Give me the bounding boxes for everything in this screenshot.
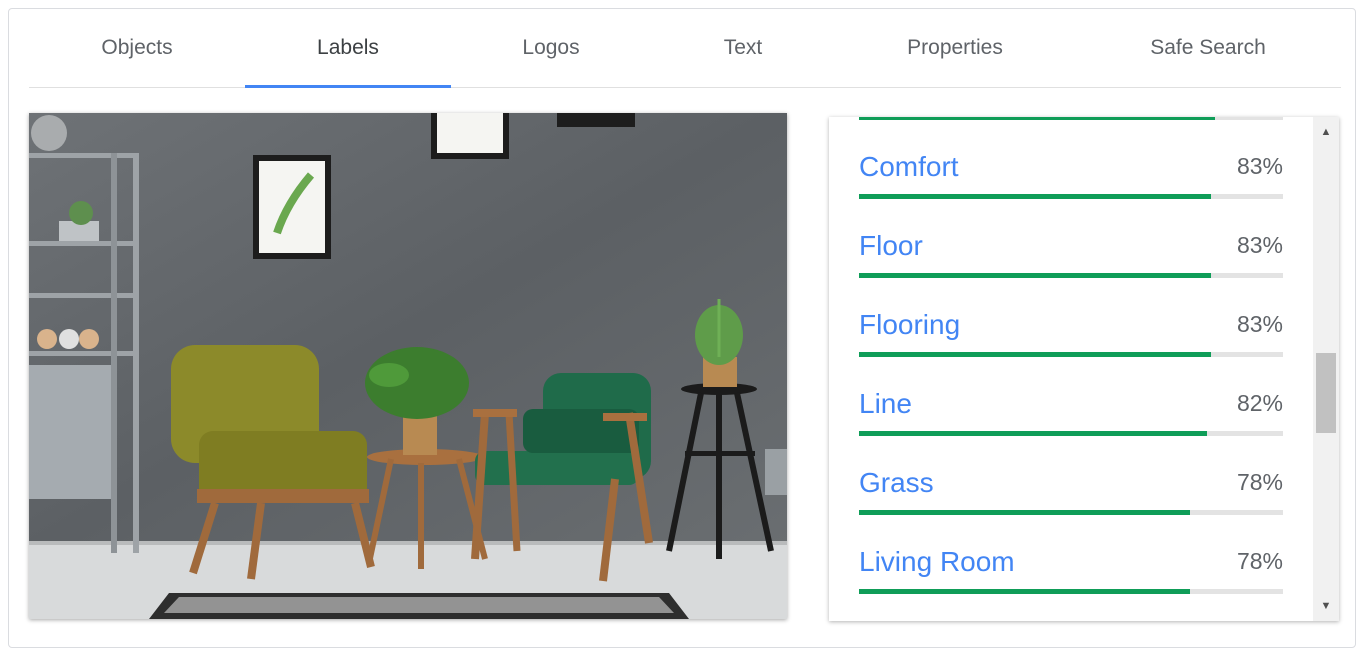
score-bar xyxy=(859,273,1211,278)
score-bar xyxy=(859,194,1211,199)
list-item: Line 82% xyxy=(859,358,1283,437)
score-bar xyxy=(859,589,1190,594)
label-name[interactable]: Flooring xyxy=(859,309,960,341)
label-percent: 78% xyxy=(1236,469,1283,495)
label-percent: 83% xyxy=(1236,311,1283,337)
label-name[interactable]: Grass xyxy=(859,467,934,499)
label-name[interactable]: Comfort xyxy=(859,151,959,183)
list-item: Living Room 78% xyxy=(859,516,1283,595)
list-item: Flooring 83% xyxy=(859,279,1283,358)
score-track xyxy=(859,273,1283,278)
score-track xyxy=(859,510,1283,515)
score-bar xyxy=(859,352,1211,357)
label-name[interactable]: Line xyxy=(859,388,912,420)
living-room-photo xyxy=(29,113,787,619)
score-bar xyxy=(859,510,1190,515)
list-item: Floor 83% xyxy=(859,200,1283,279)
score-track xyxy=(859,352,1283,357)
scrollbar-thumb[interactable] xyxy=(1316,353,1336,433)
vision-results-card: Objects Labels Logos Text Properties Saf… xyxy=(8,8,1356,648)
label-percent: 78% xyxy=(1236,548,1283,574)
tab-objects[interactable]: Objects xyxy=(29,9,245,87)
label-percent: 82% xyxy=(1236,390,1283,416)
tab-labels[interactable]: Labels xyxy=(245,9,451,88)
labels-scrollbar[interactable]: ▲ ▼ xyxy=(1313,117,1339,621)
score-bar xyxy=(859,431,1207,436)
label-percent: 83% xyxy=(1236,153,1283,179)
analyzed-image xyxy=(29,113,787,619)
tab-text[interactable]: Text xyxy=(651,9,835,87)
label-percent: 83% xyxy=(1236,232,1283,258)
score-track xyxy=(859,194,1283,199)
triangle-down-icon[interactable]: ▼ xyxy=(1313,595,1339,617)
list-item: Comfort 83% xyxy=(859,121,1283,200)
labels-results-panel[interactable]: Comfort 83% Floor 83% Flooring 83% Line … xyxy=(829,117,1339,621)
tab-bar: Objects Labels Logos Text Properties Saf… xyxy=(29,9,1341,88)
tab-logos[interactable]: Logos xyxy=(451,9,651,87)
tab-properties[interactable]: Properties xyxy=(835,9,1075,87)
triangle-up-icon[interactable]: ▲ xyxy=(1313,121,1339,143)
score-track xyxy=(859,589,1283,594)
previous-label-bar xyxy=(859,117,1283,120)
list-item: Grass 78% xyxy=(859,437,1283,516)
tab-safe-search[interactable]: Safe Search xyxy=(1075,9,1341,87)
label-name[interactable]: Floor xyxy=(859,230,923,262)
label-name[interactable]: Living Room xyxy=(859,546,1015,578)
score-track xyxy=(859,431,1283,436)
